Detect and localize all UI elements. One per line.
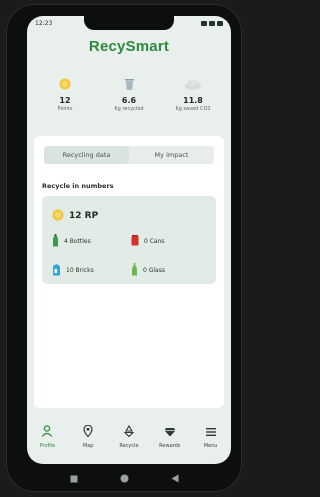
nav-map[interactable]: Map	[70, 422, 106, 449]
profile-icon	[41, 422, 53, 441]
nav-profile[interactable]: Profile	[29, 422, 65, 449]
recycle-points: 12 RP	[52, 206, 98, 225]
item-glass: 0 Glass	[131, 263, 210, 278]
nav-label: Recycle	[119, 442, 139, 449]
nav-label: Rewards	[159, 442, 181, 449]
battery-icon	[217, 20, 223, 26]
stat-co2: 11.8 Kg saved CO2	[163, 76, 223, 112]
stat-label: Kg saved CO2	[175, 106, 211, 112]
nav-menu[interactable]: Menu	[193, 422, 229, 449]
stat-value: 6.6	[121, 96, 137, 105]
menu-icon	[205, 422, 217, 441]
coin-icon	[35, 76, 95, 92]
status-bar: 12:23	[35, 18, 223, 28]
main-panel: Recycling data My impact Recycle in numb…	[34, 136, 224, 408]
tab-recycling-data[interactable]: Recycling data	[44, 146, 129, 164]
brick-icon	[52, 263, 61, 278]
nav-label: Menu	[203, 442, 218, 449]
app-screen: 12:23 RecySmart 12 Points 6.6 Kg recycle…	[27, 16, 231, 464]
cloud-icon	[163, 76, 223, 92]
tab-my-impact[interactable]: My impact	[129, 146, 214, 164]
stat-label: Kg recycled	[114, 106, 144, 112]
section-title: Recycle in numbers	[42, 182, 114, 190]
item-bricks: 10 Bricks	[52, 263, 131, 278]
item-label: 0 Cans	[144, 238, 165, 245]
recycle-icon	[123, 422, 135, 441]
status-time: 12:23	[35, 19, 53, 27]
nav-label: Map	[82, 442, 94, 449]
recents-button[interactable]	[70, 468, 78, 487]
item-bottles: 4 Bottles	[52, 234, 131, 249]
wifi-icon	[209, 20, 215, 26]
map-pin-icon	[83, 422, 93, 441]
stat-value: 11.8	[183, 96, 203, 105]
back-button[interactable]	[171, 468, 179, 487]
nav-label: Profile	[39, 442, 56, 449]
status-icons	[201, 20, 223, 26]
glass-icon	[131, 263, 138, 278]
nav-recycle[interactable]: Recycle	[111, 422, 147, 449]
items-grid: 4 Bottles 0 Cans 10 Bricks 0 Glass	[52, 234, 210, 278]
nav-rewards[interactable]: Rewards	[152, 422, 188, 449]
coin-icon	[52, 206, 64, 225]
item-label: 10 Bricks	[66, 267, 94, 274]
phone-frame: 12:23 RecySmart 12 Points 6.6 Kg recycle…	[6, 4, 242, 492]
stat-value: 12	[59, 96, 71, 105]
can-icon	[131, 235, 139, 248]
stat-label: Points	[57, 106, 73, 112]
stat-points: 12 Points	[35, 76, 95, 112]
bottom-navigation: Profile Map Recycle Rewards Menu	[27, 418, 231, 452]
system-navigation-bar	[6, 470, 242, 484]
bottle-icon	[52, 234, 59, 249]
diamond-icon	[164, 422, 176, 441]
app-logo: RecySmart	[88, 38, 170, 55]
home-button[interactable]	[120, 468, 129, 487]
tab-bar: Recycling data My impact	[44, 146, 214, 164]
item-label: 4 Bottles	[64, 238, 91, 245]
stats-row: 12 Points 6.6 Kg recycled 11.8 Kg saved …	[33, 76, 225, 134]
numbers-card: 12 RP 4 Bottles 0 Cans 10 Bricks 0 Glass	[42, 196, 216, 284]
item-cans: 0 Cans	[131, 234, 210, 249]
points-value: 12 RP	[69, 210, 99, 221]
stat-recycled: 6.6 Kg recycled	[99, 76, 159, 112]
item-label: 0 Glass	[143, 267, 165, 274]
trash-bin-icon	[99, 76, 159, 92]
signal-icon	[201, 20, 207, 26]
